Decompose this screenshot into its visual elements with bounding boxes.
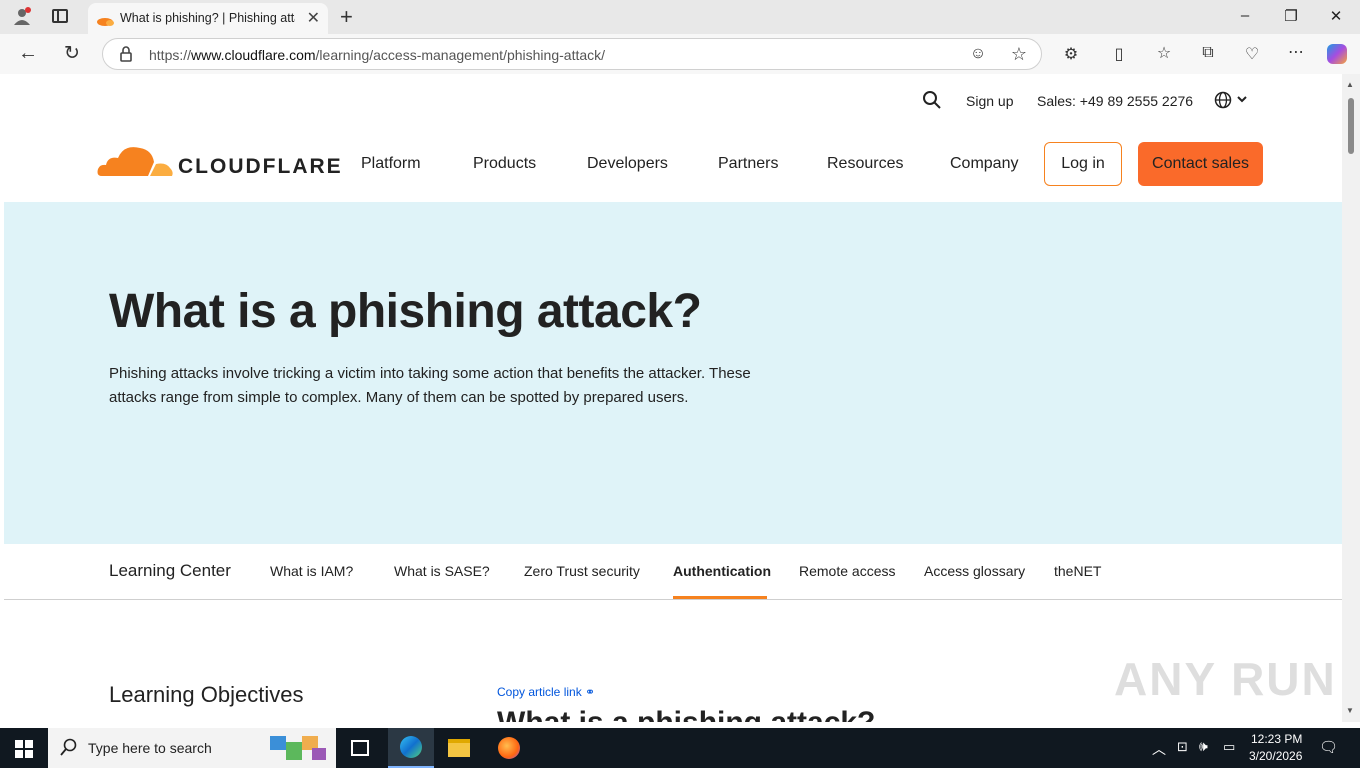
profile-icon[interactable] — [12, 6, 32, 26]
nav-developers[interactable]: Developers — [587, 155, 668, 173]
address-bar[interactable]: https://www.cloudflare.com/learning/acce… — [102, 38, 1042, 70]
browser-toolbar: ← ↻ https://www.cloudflare.com/learning/… — [0, 34, 1360, 74]
page-scrollbar[interactable]: ▲ ▼ — [1342, 74, 1360, 722]
hero-section: What is a phishing attack? Phishing atta… — [4, 202, 1342, 544]
contact-sales-button[interactable]: Contact sales — [1138, 142, 1263, 186]
learning-objectives-heading: Learning Objectives — [109, 682, 304, 707]
subnav-what-is-iam[interactable]: What is IAM? — [270, 563, 353, 579]
refresh-icon[interactable]: ↻ — [61, 42, 83, 65]
subnav-remote-access[interactable]: Remote access — [799, 563, 895, 579]
volume-icon[interactable]: 🕪 — [1199, 738, 1208, 755]
favorite-star-icon[interactable]: ☆ — [1008, 44, 1030, 65]
nav-resources[interactable]: Resources — [827, 155, 903, 173]
clock-time[interactable]: 12:23 PM — [1251, 732, 1302, 746]
collections-icon[interactable]: ⧉ — [1197, 44, 1219, 62]
active-tab-indicator — [673, 596, 767, 599]
article-title: What is a phishing attack? — [497, 706, 875, 722]
link-icon: ⚭ — [585, 685, 596, 699]
search-icon[interactable] — [922, 90, 942, 113]
display-icon[interactable]: ▭ — [1223, 739, 1235, 755]
notifications-icon[interactable]: 🗨 — [1319, 738, 1338, 756]
learning-center-nav: Learning Center What is IAM? What is SAS… — [4, 544, 1342, 600]
copy-article-link[interactable]: Copy article link ⚭ — [497, 685, 595, 699]
language-globe-icon[interactable] — [1214, 91, 1250, 112]
web-page: Sign up Sales: +49 89 2555 2276 CLOUDFLA… — [4, 74, 1342, 722]
extensions-icon[interactable]: ⚙ — [1060, 44, 1082, 64]
cloudflare-favicon-icon — [96, 13, 114, 31]
subnav-thenet[interactable]: theNET — [1054, 563, 1101, 579]
more-menu-icon[interactable]: ⋯ — [1285, 42, 1307, 62]
firefox-icon[interactable] — [498, 737, 520, 759]
url-host: www.cloudflare.com — [191, 47, 316, 63]
file-explorer-icon[interactable] — [448, 739, 470, 757]
logo-wordmark: CLOUDFLARE — [178, 155, 343, 178]
anyrun-watermark: ANY RUN — [1114, 653, 1337, 705]
copilot-icon[interactable] — [1327, 44, 1347, 64]
scrollbar-thumb[interactable] — [1348, 98, 1354, 154]
subnav-authentication[interactable]: Authentication — [673, 563, 771, 579]
url-path: /learning/access-management/phishing-att… — [315, 47, 606, 63]
site-info-icon[interactable] — [119, 46, 133, 67]
subnav-zero-trust[interactable]: Zero Trust security — [524, 563, 640, 579]
scroll-up-icon[interactable]: ▲ — [1346, 80, 1354, 89]
nav-products[interactable]: Products — [473, 155, 536, 173]
tab-actions-icon[interactable] — [52, 9, 68, 23]
sign-up-link[interactable]: Sign up — [966, 93, 1013, 109]
clock-date[interactable]: 3/20/2026 — [1249, 749, 1302, 763]
subnav-access-glossary[interactable]: Access glossary — [924, 563, 1025, 579]
show-hidden-icons[interactable]: ︿ — [1152, 739, 1166, 759]
windows-start-icon[interactable] — [15, 740, 33, 763]
cloudflare-logo[interactable]: CLOUDFLARE — [96, 140, 341, 184]
learning-center-link[interactable]: Learning Center — [109, 561, 231, 581]
reading-mode-icon[interactable]: ☺ — [967, 45, 989, 63]
network-status-icon[interactable]: ⊡ — [1177, 739, 1188, 755]
copy-link-label: Copy article link — [497, 685, 582, 699]
restore-icon[interactable]: ❐ — [1281, 7, 1301, 25]
minimize-icon[interactable]: – — [1235, 7, 1255, 24]
nav-partners[interactable]: Partners — [718, 155, 778, 173]
edge-taskbar-icon[interactable] — [388, 728, 434, 768]
url-prefix: https:// — [149, 47, 192, 63]
scroll-down-icon[interactable]: ▼ — [1346, 706, 1354, 715]
nav-platform[interactable]: Platform — [361, 155, 421, 173]
taskbar-search-icon — [60, 738, 78, 761]
close-window-icon[interactable]: ✕ — [1326, 7, 1346, 25]
favorites-icon[interactable]: ☆ — [1153, 43, 1175, 63]
tab-title: What is phishing? | Phishing attac — [120, 11, 295, 25]
search-highlight-image — [268, 732, 328, 764]
new-tab-icon[interactable]: + — [340, 4, 353, 30]
split-screen-icon[interactable]: ▯ — [1108, 44, 1130, 64]
browser-tab-strip: What is phishing? | Phishing attac ✕ + –… — [0, 0, 1360, 34]
nav-company[interactable]: Company — [950, 155, 1018, 173]
browser-essentials-icon[interactable]: ♡ — [1241, 44, 1263, 64]
taskbar-search-placeholder: Type here to search — [88, 740, 212, 756]
tab-close-icon[interactable]: ✕ — [307, 8, 320, 28]
utility-nav: Sign up Sales: +49 89 2555 2276 — [4, 90, 1342, 114]
url-text: https://www.cloudflare.com/learning/acce… — [149, 47, 605, 63]
browser-tab-active[interactable]: What is phishing? | Phishing attac ✕ — [88, 3, 328, 34]
login-button[interactable]: Log in — [1044, 142, 1122, 186]
taskbar-search-box[interactable]: Type here to search — [48, 728, 336, 768]
main-nav: CLOUDFLARE Platform Products Developers … — [4, 138, 1342, 194]
subnav-what-is-sase[interactable]: What is SASE? — [394, 563, 490, 579]
windows-taskbar: Type here to search ︿ ⊡ 🕪 ▭ 12:23 PM 3/2… — [0, 728, 1360, 768]
page-title: What is a phishing attack? — [109, 285, 702, 338]
back-icon[interactable]: ← — [17, 42, 39, 65]
sales-phone-link[interactable]: Sales: +49 89 2555 2276 — [1037, 93, 1193, 109]
task-view-icon[interactable] — [351, 740, 369, 756]
hero-description: Phishing attacks involve tricking a vict… — [109, 365, 751, 406]
